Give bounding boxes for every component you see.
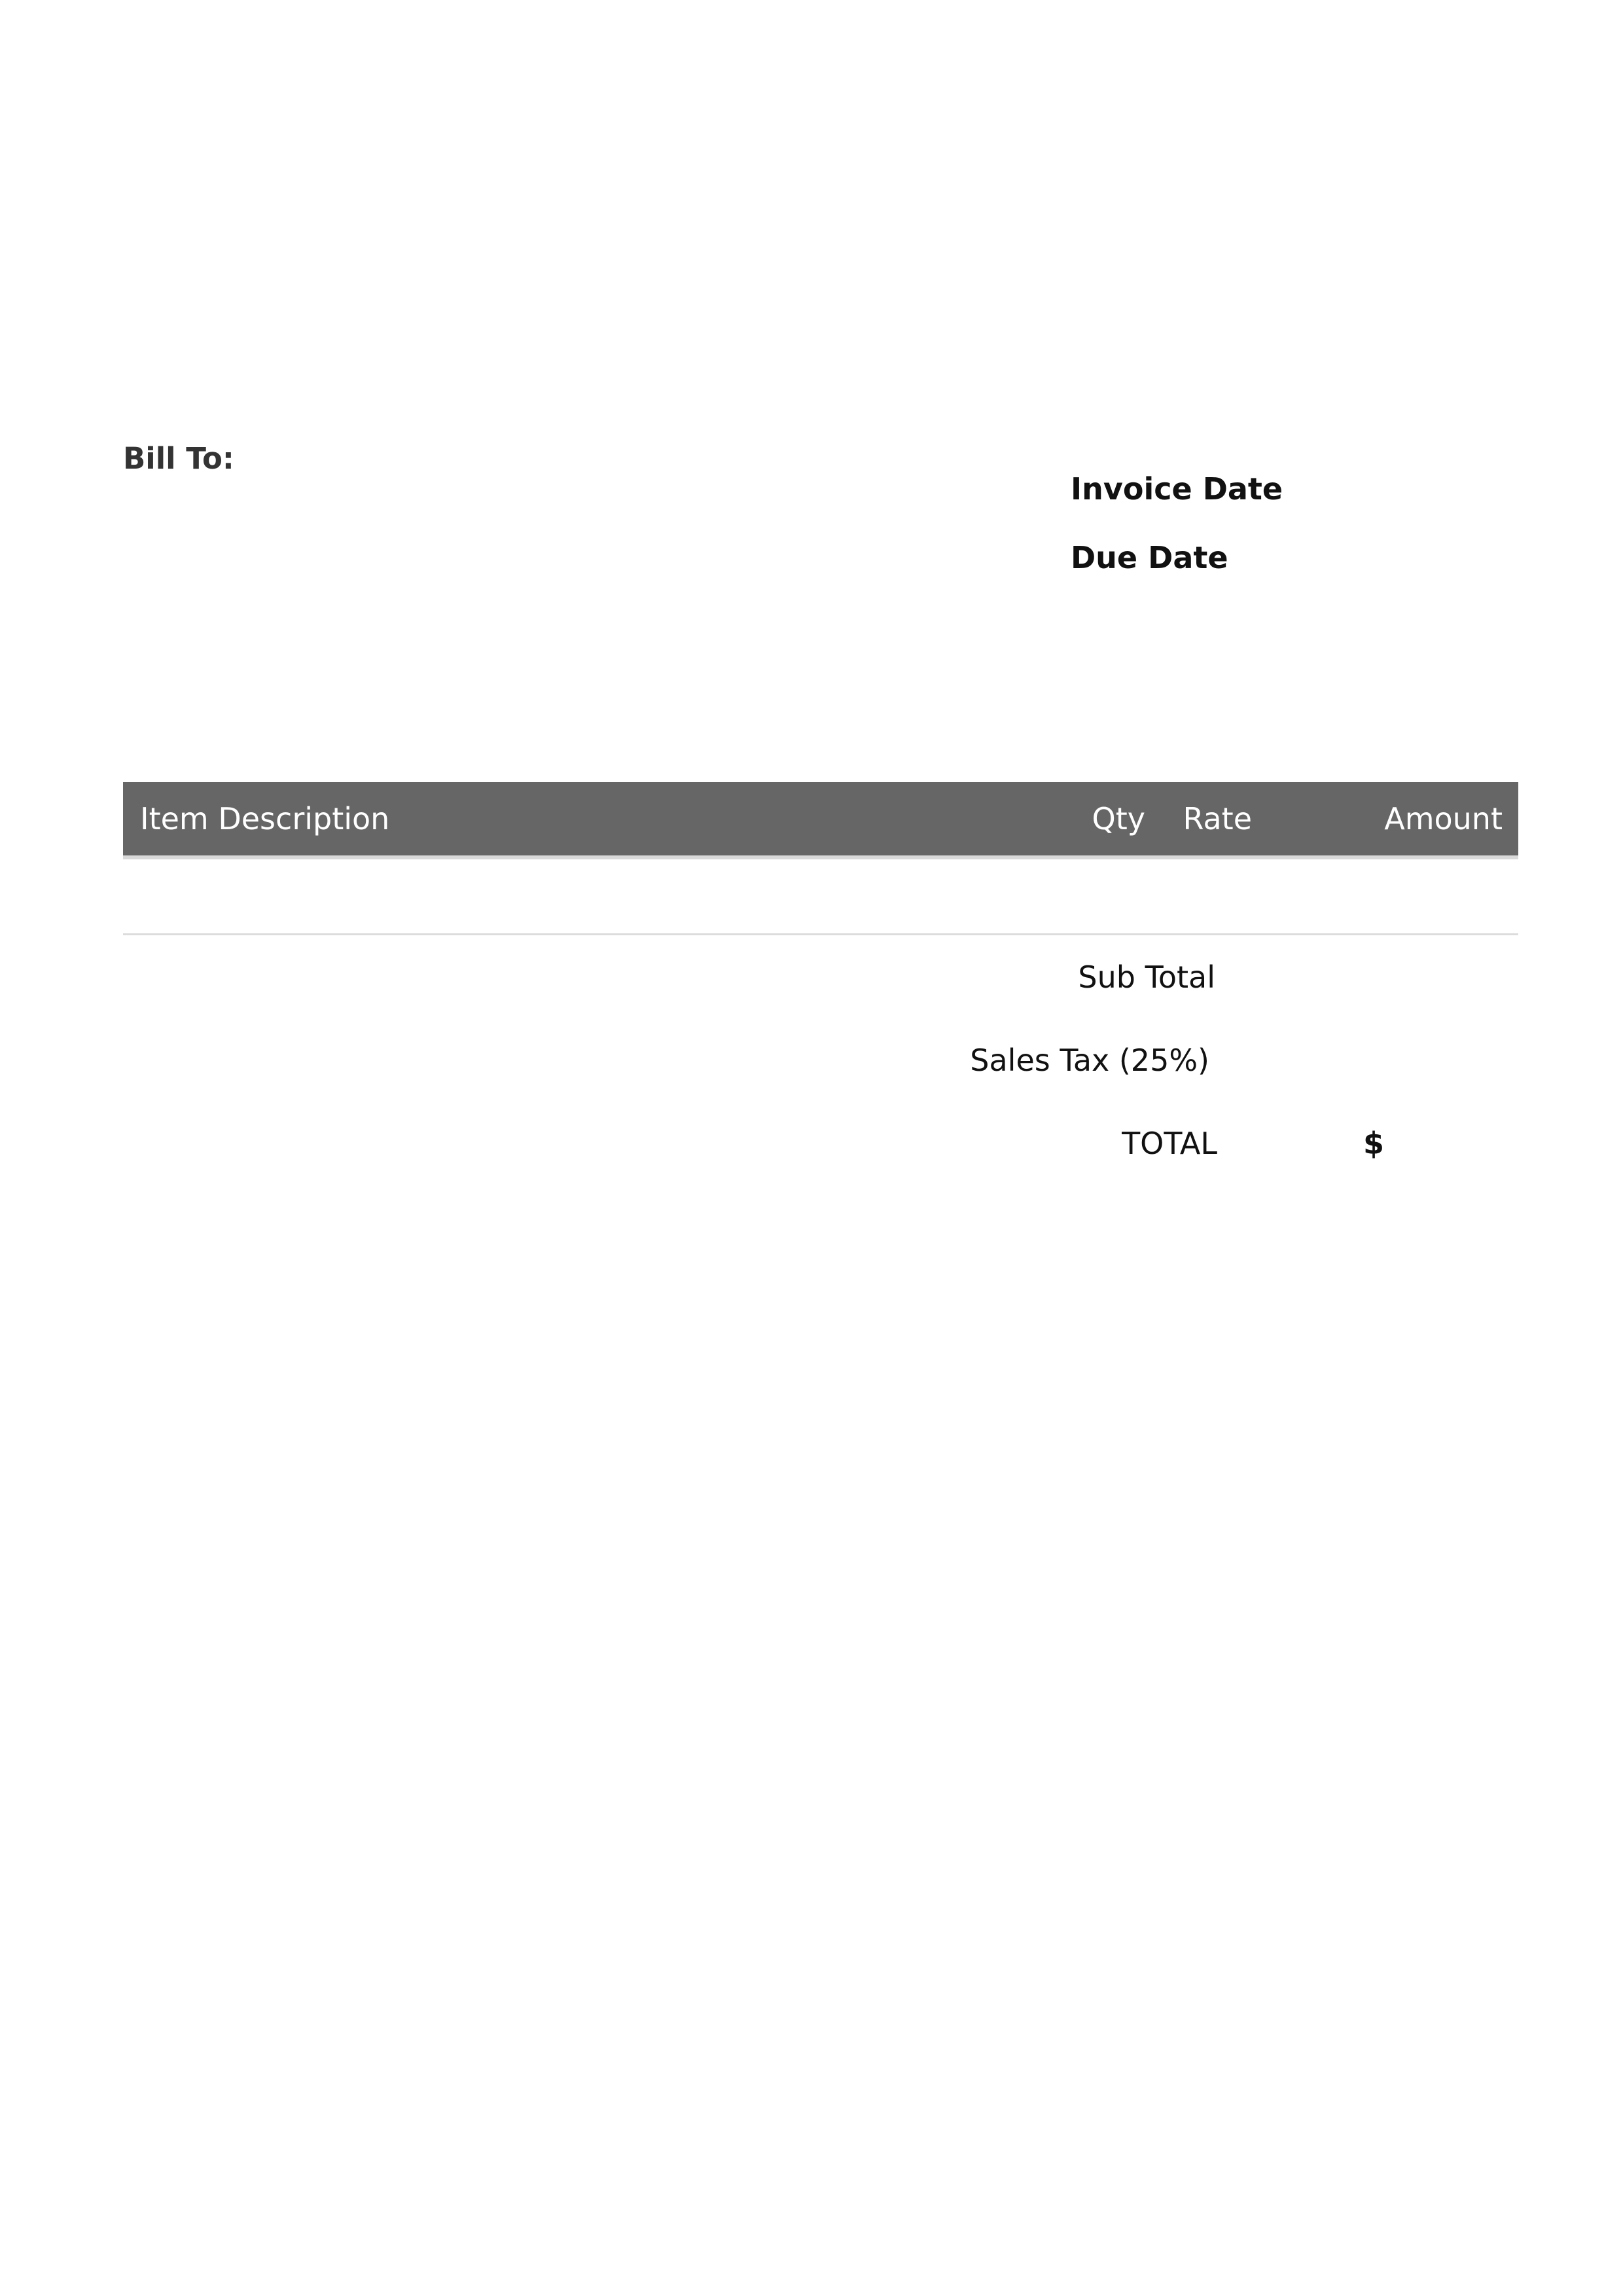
due-date-label: Due Date (1071, 540, 1228, 575)
bill-to-label: Bill To: (123, 441, 234, 476)
column-header-item-description: Item Description (140, 801, 390, 836)
subtotal-label: Sub Total (1078, 960, 1215, 995)
items-table-header: Item Description Qty Rate Amount (123, 782, 1518, 859)
table-row (123, 859, 1518, 934)
column-header-qty: Qty (1092, 801, 1145, 836)
column-header-rate: Rate (1183, 801, 1252, 836)
sales-tax-label: Sales Tax (25%) (970, 1043, 1209, 1078)
total-currency-symbol: $ (1363, 1126, 1385, 1161)
invoice-date-label: Invoice Date (1071, 471, 1283, 507)
table-divider (123, 933, 1518, 935)
total-label: TOTAL (1122, 1126, 1217, 1161)
column-header-amount: Amount (1384, 801, 1503, 836)
